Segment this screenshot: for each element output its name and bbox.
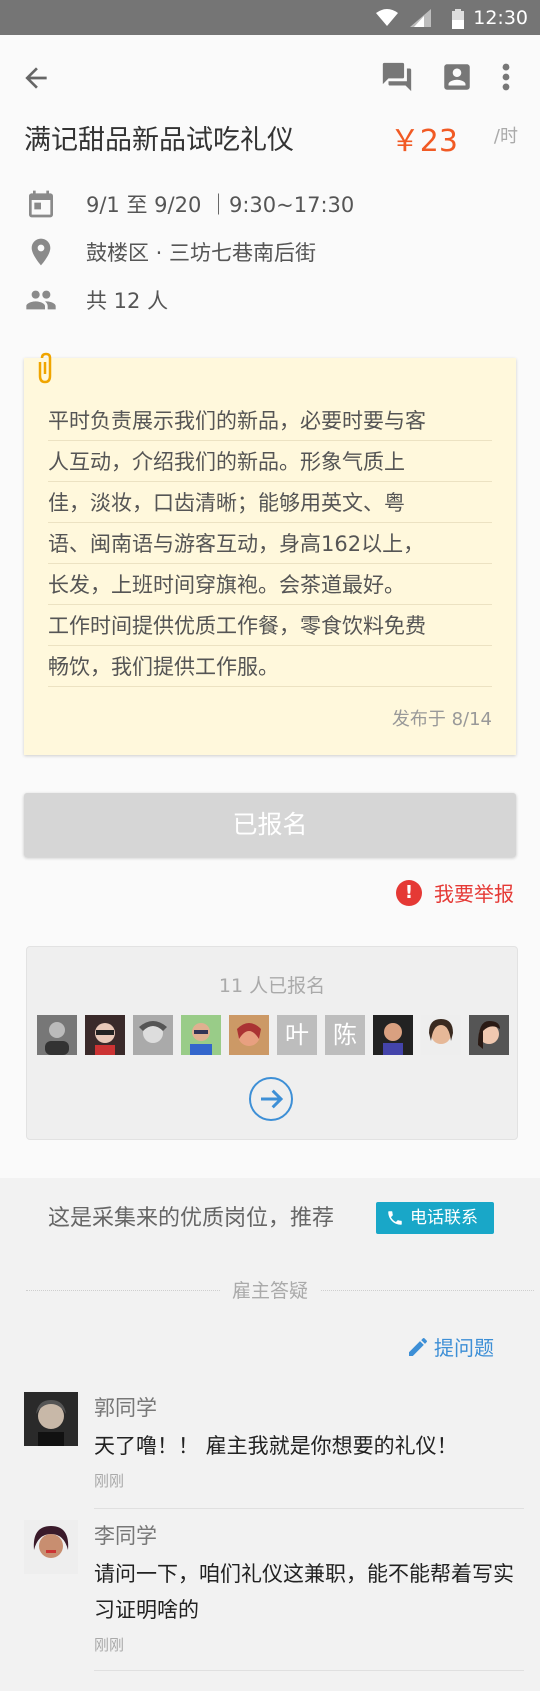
location-pin-icon bbox=[31, 238, 51, 266]
status-bar: 12:30 bbox=[0, 0, 540, 35]
phone-icon bbox=[388, 1211, 402, 1225]
description-line: 工作时间提供优质工作餐，零食饮料免费 bbox=[48, 605, 492, 646]
avatar[interactable] bbox=[421, 1015, 461, 1055]
status-time: 12:30 bbox=[473, 7, 528, 29]
wifi-icon bbox=[376, 9, 398, 26]
avatar[interactable] bbox=[24, 1392, 78, 1446]
applicants-panel: 11 人已报名 叶 陈 bbox=[26, 946, 518, 1140]
battery-icon bbox=[452, 9, 464, 29]
avatar[interactable] bbox=[37, 1015, 77, 1055]
comment-time: 刚刚 bbox=[94, 1472, 125, 1490]
date-text: 9/1 至 9/20 ｜9:30~17:30 bbox=[86, 193, 355, 217]
call-button[interactable]: 电话联系 bbox=[376, 1202, 494, 1234]
location-row[interactable]: 鼓楼区 · 三坊七巷南后街 bbox=[24, 234, 524, 270]
comment-item: 李同学 请问一下，咱们礼仪这兼职，能不能帮着写实习证明啥的 刚刚 bbox=[24, 1520, 524, 1690]
report-link[interactable]: ! 我要举报 bbox=[396, 878, 516, 910]
qa-title-text: 雇主答疑 bbox=[219, 1280, 320, 1302]
more-vert-icon[interactable] bbox=[494, 60, 518, 94]
price-unit: /时 bbox=[493, 126, 518, 147]
avatar-initial[interactable]: 叶 bbox=[277, 1015, 317, 1055]
description-line: 平时负责展示我们的新品，必要时要与客 bbox=[48, 400, 492, 441]
comment-divider bbox=[94, 1508, 524, 1509]
applicant-avatars: 叶 陈 bbox=[37, 1015, 517, 1055]
people-text: 共 12 人 bbox=[86, 289, 169, 313]
avatar[interactable] bbox=[181, 1015, 221, 1055]
commenter-name: 郭同学 bbox=[94, 1396, 157, 1420]
avatar[interactable] bbox=[133, 1015, 173, 1055]
comment-divider bbox=[94, 1670, 524, 1671]
calendar-icon bbox=[29, 190, 53, 218]
applicant-count: 11 人已报名 bbox=[218, 975, 326, 997]
description-line: 语、闽南语与游客互动，身高162以上， bbox=[48, 523, 492, 564]
description-line: 长发，上班时间穿旗袍。会茶道最好。 bbox=[48, 564, 492, 605]
alert-icon: ! bbox=[396, 880, 422, 906]
avatar-initial[interactable]: 陈 bbox=[325, 1015, 365, 1055]
date-row: 9/1 至 9/20 ｜9:30~17:30 bbox=[24, 186, 524, 222]
arrow-right-icon bbox=[261, 1089, 284, 1109]
signal-icon bbox=[410, 9, 431, 27]
pencil-icon bbox=[409, 1338, 427, 1356]
ask-question-button[interactable]: 提问题 bbox=[406, 1332, 518, 1362]
call-label: 电话联系 bbox=[410, 1208, 478, 1228]
avatar[interactable] bbox=[24, 1520, 78, 1574]
ask-label: 提问题 bbox=[434, 1336, 494, 1360]
job-title: 满记甜品新品试吃礼仪 bbox=[24, 125, 294, 156]
description-line: 佳，淡妆，口齿清晰；能够用英文、粤 bbox=[48, 482, 492, 523]
avatar[interactable] bbox=[373, 1015, 413, 1055]
people-row: 共 12 人 bbox=[24, 282, 524, 318]
contact-card-icon[interactable] bbox=[440, 60, 474, 94]
people-icon bbox=[26, 290, 56, 310]
comment-item: 郭同学 天了噜！！ 雇主我就是你想要的礼仪！ 刚刚 bbox=[24, 1392, 524, 1522]
avatar[interactable] bbox=[469, 1015, 509, 1055]
report-label: 我要举报 bbox=[434, 882, 514, 906]
back-arrow-icon[interactable] bbox=[20, 62, 52, 94]
location-text: 鼓楼区 · 三坊七巷南后街 bbox=[86, 241, 317, 265]
qa-section-title: 雇主答疑 bbox=[0, 1276, 540, 1303]
job-description-note: 平时负责展示我们的新品，必要时要与客 人互动，介绍我们的新品。形象气质上 佳，淡… bbox=[24, 352, 516, 755]
avatar[interactable] bbox=[229, 1015, 269, 1055]
description-line: 畅饮，我们提供工作服。 bbox=[48, 646, 492, 687]
chat-icon[interactable] bbox=[380, 60, 414, 94]
avatar[interactable] bbox=[85, 1015, 125, 1055]
job-price: ￥23 bbox=[389, 124, 458, 159]
commenter-name: 李同学 bbox=[94, 1524, 157, 1548]
view-applicants-button[interactable] bbox=[249, 1077, 293, 1121]
comment-text: 请问一下，咱们礼仪这兼职，能不能帮着写实习证明啥的 bbox=[94, 1562, 514, 1622]
description-line: 人互动，介绍我们的新品。形象气质上 bbox=[48, 441, 492, 482]
paperclip-icon bbox=[38, 352, 52, 384]
applied-button[interactable]: 已报名 bbox=[24, 793, 516, 857]
posted-date: 发布于 8/14 bbox=[391, 709, 492, 730]
comment-time: 刚刚 bbox=[94, 1636, 125, 1654]
comment-text: 天了噜！！ 雇主我就是你想要的礼仪！ bbox=[94, 1434, 458, 1458]
recommend-text: 这是采集来的优质岗位，推荐 bbox=[48, 1206, 335, 1231]
